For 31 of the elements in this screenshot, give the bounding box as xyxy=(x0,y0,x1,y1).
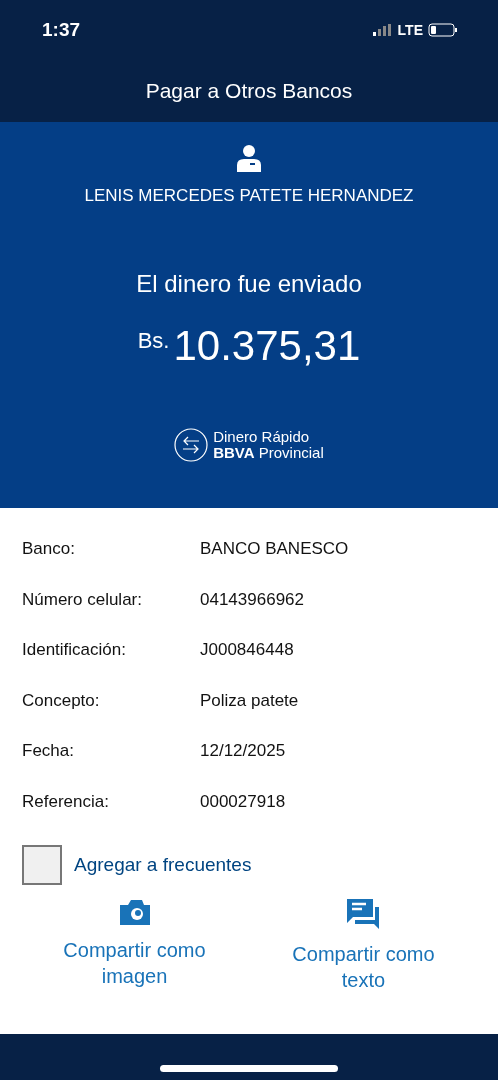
recipient-name: LENIS MERCEDES PATETE HERNANDEZ xyxy=(84,186,414,206)
share-button[interactable]: Compartir como imagen xyxy=(44,899,225,993)
detail-label: Banco: xyxy=(22,539,76,560)
currency-symbol: Bs. xyxy=(137,328,170,354)
favorite-checkbox[interactable] xyxy=(22,845,62,885)
screen-title: Pagar a Otros Bancos xyxy=(145,79,353,103)
detail-value: J000846448 xyxy=(200,640,295,661)
status-time: 1:37 xyxy=(42,19,81,41)
detail-value: 000027918 xyxy=(200,791,287,812)
detail-value: 04143966962 xyxy=(200,589,305,610)
brand-name: Dinero Rápido xyxy=(213,429,311,445)
favorite-label: Agregar a frecuentes xyxy=(74,854,252,876)
detail-label: Fecha: xyxy=(22,741,75,762)
detail-value: Poliza patete xyxy=(200,690,300,711)
battery-icon xyxy=(428,23,458,37)
exchange-arrows-icon xyxy=(174,428,209,462)
detail-value: BANCO BANESCO xyxy=(200,539,350,560)
network-label: LTE xyxy=(397,22,423,38)
detail-label: Referencia: xyxy=(22,791,110,812)
success-message: El dinero fue enviado xyxy=(136,270,362,298)
camera-icon xyxy=(119,899,150,925)
share-button[interactable]: Compartir como texto xyxy=(273,899,454,993)
amount: 10.375,31 xyxy=(173,322,361,370)
chat-bubbles-icon xyxy=(346,899,381,929)
detail-value: 12/12/2025 xyxy=(200,741,287,762)
person-icon xyxy=(236,144,262,172)
detail-label: Concepto: xyxy=(22,690,101,711)
detail-label: Número celular: xyxy=(22,589,143,610)
signal-icon xyxy=(372,24,393,36)
brand-subtitle: BBVA Provincial xyxy=(213,445,324,461)
detail-label: Identificación: xyxy=(22,640,127,661)
